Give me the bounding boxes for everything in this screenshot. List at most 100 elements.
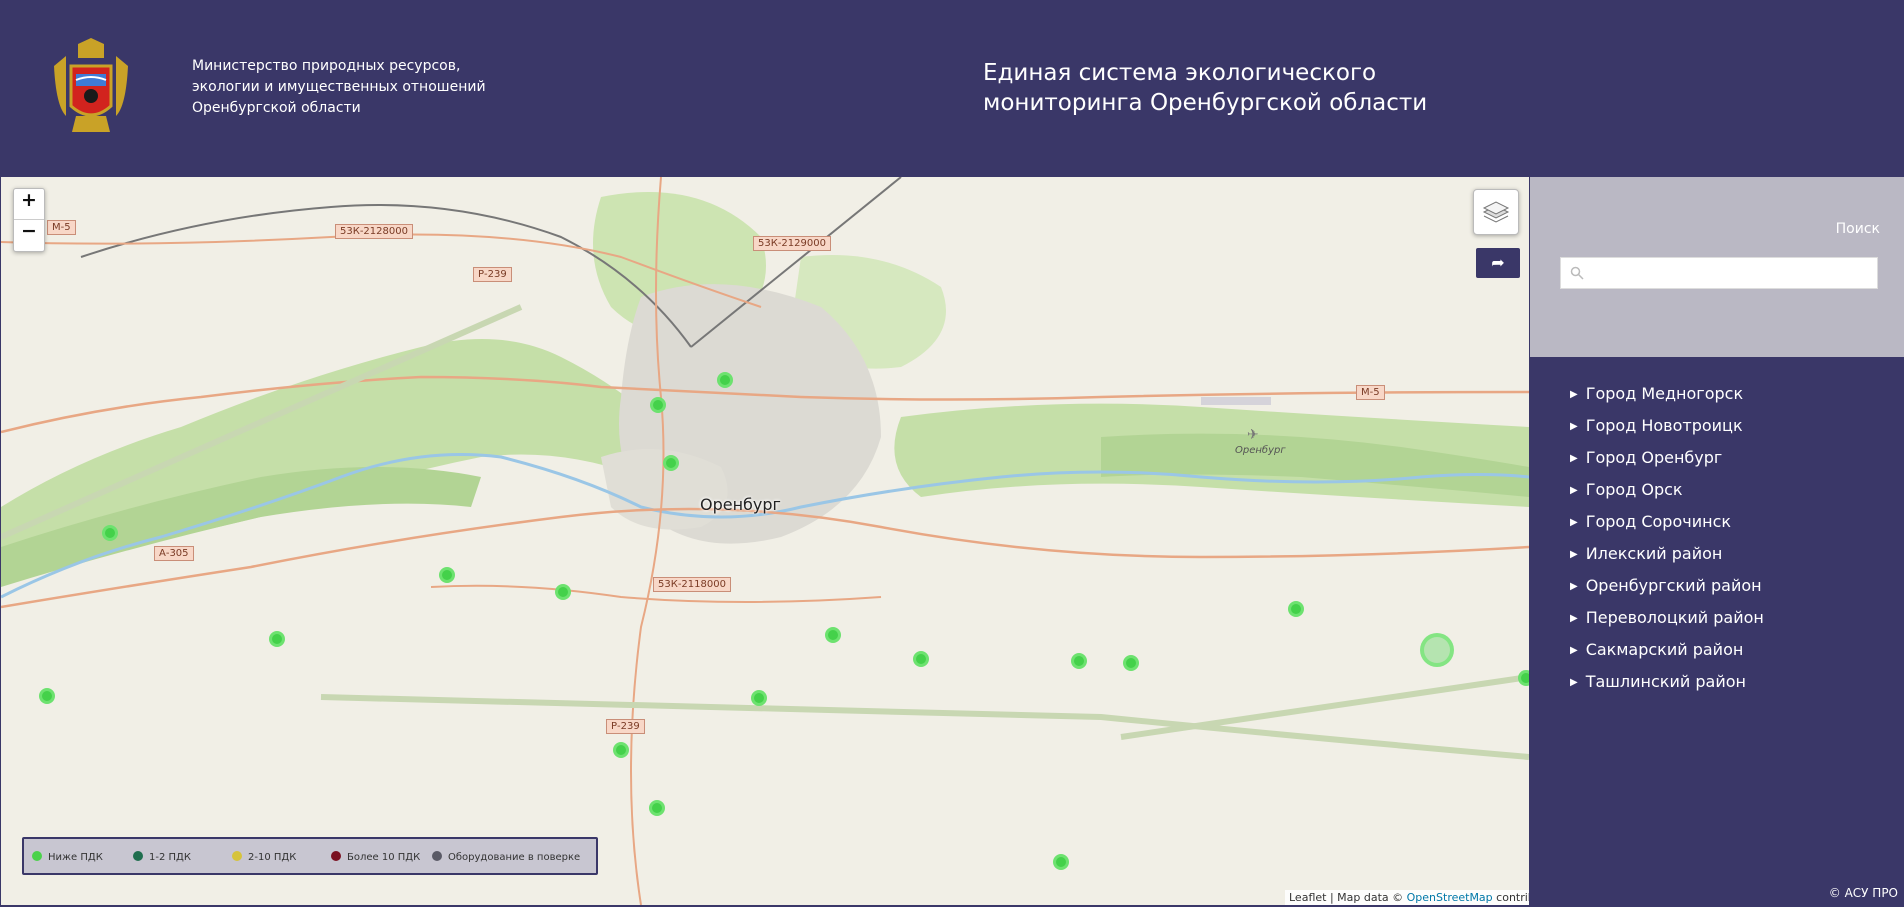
road-label: М-5 xyxy=(47,220,76,235)
monitoring-station-marker[interactable] xyxy=(1288,601,1304,617)
district-label: Город Сорочинск xyxy=(1585,512,1732,531)
legend-swatch xyxy=(32,851,42,861)
legend-label: Ниже ПДК xyxy=(48,852,103,863)
monitoring-station-marker[interactable] xyxy=(649,800,665,816)
legend-swatch xyxy=(331,851,341,861)
district-item[interactable]: ▶ Город Медногорск xyxy=(1570,384,1743,403)
district-item[interactable]: ▶ Сакмарский район xyxy=(1570,640,1743,659)
district-item[interactable]: ▶ Город Оренбург xyxy=(1570,448,1722,467)
monitoring-station-marker[interactable] xyxy=(650,397,666,413)
page-title: Единая система экологического мониторинг… xyxy=(983,58,1427,118)
caret-right-icon: ▶ xyxy=(1570,421,1578,432)
legend-label: Более 10 ПДК xyxy=(347,852,421,863)
district-item[interactable]: ▶ Город Сорочинск xyxy=(1570,512,1731,531)
search-panel: Поиск xyxy=(1530,177,1904,357)
legend-swatch xyxy=(432,851,442,861)
map-attribution: Leaflet | Map data © OpenStreetMap contr… xyxy=(1285,890,1529,905)
airport-label: Оренбург xyxy=(1235,445,1286,456)
district-item[interactable]: ▶ Ташлинский район xyxy=(1570,672,1746,691)
legend-label: 1-2 ПДК xyxy=(149,852,191,863)
legend-label: Оборудование в поверке xyxy=(448,852,581,863)
attribution-text: | Map data © xyxy=(1326,891,1407,904)
search-label: Поиск xyxy=(1835,221,1880,237)
search-box[interactable] xyxy=(1560,257,1878,289)
caret-right-icon: ▶ xyxy=(1570,549,1578,560)
district-label: Переволоцкий район xyxy=(1585,608,1764,627)
district-item[interactable]: ▶ Переволоцкий район xyxy=(1570,608,1764,627)
legend-item: Ниже ПДК xyxy=(32,851,103,863)
legend-item: 2-10 ПДК xyxy=(232,851,296,863)
leaflet-link[interactable]: Leaflet xyxy=(1289,891,1326,904)
monitoring-station-marker[interactable] xyxy=(663,455,679,471)
airplane-icon: ✈ xyxy=(1247,427,1259,443)
district-label: Город Орск xyxy=(1585,480,1683,499)
road-label: Р-239 xyxy=(606,719,645,734)
zoom-in-button[interactable]: + xyxy=(14,189,44,219)
monitoring-station-marker[interactable] xyxy=(751,690,767,706)
monitoring-station-marker[interactable] xyxy=(825,627,841,643)
district-item[interactable]: ▶ Оренбургский район xyxy=(1570,576,1762,595)
road-label: А-305 xyxy=(154,546,194,561)
page-title-line: Единая система экологического xyxy=(983,60,1377,86)
map-tiles xyxy=(1,177,1529,905)
district-label: Ташлинский район xyxy=(1585,672,1746,691)
attribution-text: contributors xyxy=(1496,891,1529,904)
road-label: Р-239 xyxy=(473,267,512,282)
road-label: 53К-2118000 xyxy=(653,577,731,592)
ministry-line: Министерство природных ресурсов, xyxy=(192,58,461,74)
monitoring-station-marker[interactable] xyxy=(1071,653,1087,669)
legend-item: Более 10 ПДК xyxy=(331,851,420,863)
caret-right-icon: ▶ xyxy=(1570,485,1578,496)
ministry-line: экологии и имущественных отношений xyxy=(192,79,486,95)
district-list: ▶ Город Медногорск ▶ Город Новотроицк ▶ Гор… xyxy=(1530,357,1904,905)
monitoring-station-marker[interactable] xyxy=(269,631,285,647)
caret-right-icon: ▶ xyxy=(1570,677,1578,688)
legend-swatch xyxy=(133,851,143,861)
district-item[interactable]: ▶ Город Орск xyxy=(1570,480,1683,499)
monitoring-station-marker[interactable] xyxy=(613,742,629,758)
district-label: Город Медногорск xyxy=(1585,384,1744,403)
district-label: Город Новотроицк xyxy=(1585,416,1743,435)
legend-swatch xyxy=(232,851,242,861)
map-view[interactable]: Оренбург Оренбург ✈ М-5 53К-2128000 Р-23… xyxy=(1,177,1529,905)
monitoring-station-marker[interactable] xyxy=(39,688,55,704)
monitoring-station-marker[interactable] xyxy=(1123,655,1139,671)
monitoring-station-marker[interactable] xyxy=(439,567,455,583)
layers-button[interactable] xyxy=(1473,189,1519,235)
share-button[interactable]: ➦ xyxy=(1476,248,1520,278)
district-label: Сакмарский район xyxy=(1585,640,1744,659)
zoom-out-button[interactable]: − xyxy=(14,219,44,250)
caret-right-icon: ▶ xyxy=(1570,581,1578,592)
monitoring-station-marker[interactable] xyxy=(555,584,571,600)
search-input[interactable] xyxy=(1591,258,1875,288)
map-legend: Ниже ПДК 1-2 ПДК 2-10 ПДК Более 10 ПДК О… xyxy=(22,837,598,875)
district-label: Оренбургский район xyxy=(1585,576,1762,595)
road-label: 53К-2129000 xyxy=(753,236,831,251)
coat-of-arms-icon xyxy=(54,38,128,132)
district-label: Город Оренбург xyxy=(1585,448,1723,467)
caret-right-icon: ▶ xyxy=(1570,517,1578,528)
layers-icon xyxy=(1482,201,1510,223)
monitoring-station-marker[interactable] xyxy=(717,372,733,388)
page-title-line: мониторинга Оренбургской области xyxy=(983,90,1428,116)
district-item[interactable]: ▶ Илекский район xyxy=(1570,544,1722,563)
caret-right-icon: ▶ xyxy=(1570,645,1578,656)
caret-right-icon: ▶ xyxy=(1570,453,1578,464)
osm-link[interactable]: OpenStreetMap xyxy=(1407,891,1493,904)
legend-label: 2-10 ПДК xyxy=(248,852,297,863)
search-icon xyxy=(1570,266,1584,280)
caret-right-icon: ▶ xyxy=(1570,389,1578,400)
copyright: © АСУ ПРО xyxy=(1828,886,1898,900)
city-label: Оренбург xyxy=(700,495,781,514)
page-header: Министерство природных ресурсов, экологи… xyxy=(0,0,1904,177)
monitoring-station-marker[interactable] xyxy=(1518,670,1529,686)
monitoring-station-marker[interactable] xyxy=(102,525,118,541)
monitoring-station-marker[interactable] xyxy=(913,651,929,667)
legend-item: 1-2 ПДК xyxy=(133,851,191,863)
monitoring-station-marker[interactable] xyxy=(1420,633,1454,667)
ministry-line: Оренбургской области xyxy=(192,100,361,116)
monitoring-station-marker[interactable] xyxy=(1053,854,1069,870)
district-label: Илекский район xyxy=(1585,544,1723,563)
caret-right-icon: ▶ xyxy=(1570,613,1578,624)
district-item[interactable]: ▶ Город Новотроицк xyxy=(1570,416,1743,435)
